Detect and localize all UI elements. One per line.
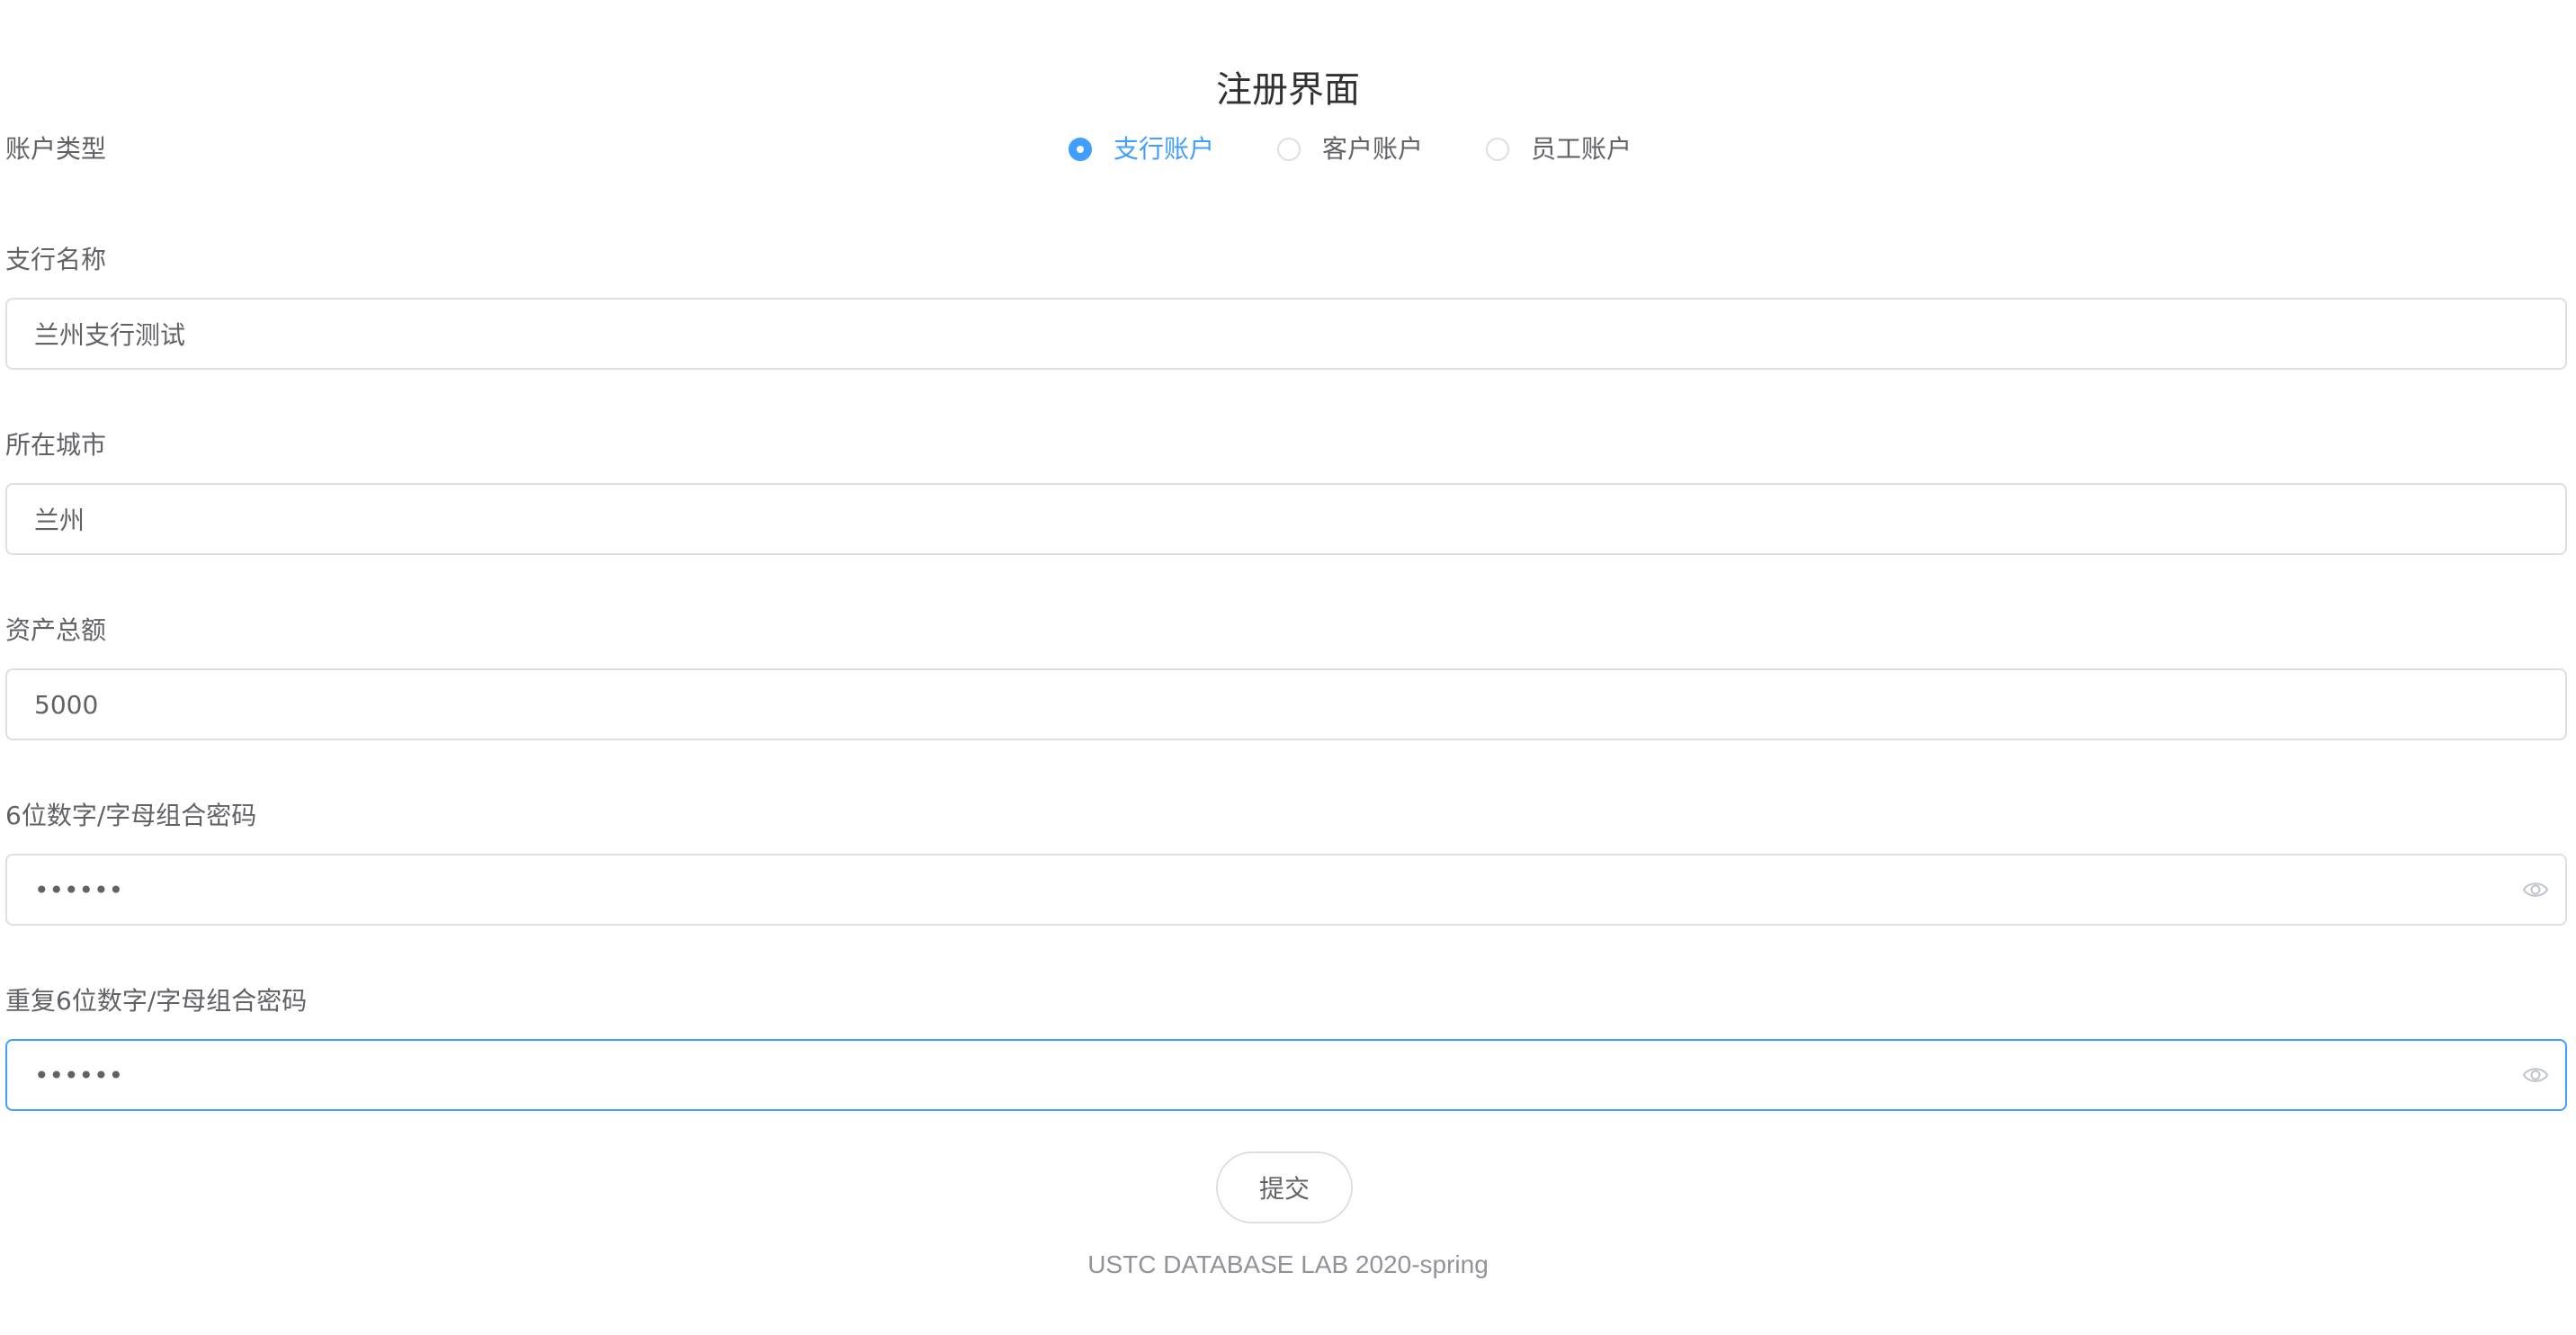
account-type-label: 账户类型 <box>5 134 107 164</box>
city-label: 所在城市 <box>5 430 107 460</box>
password-confirm-field <box>5 1039 2567 1111</box>
branch-name-input[interactable] <box>34 300 2499 368</box>
password-confirm-label: 重复6位数字/字母组合密码 <box>5 986 308 1016</box>
assets-input[interactable] <box>34 670 2499 739</box>
radio-unchecked-icon <box>1277 138 1301 161</box>
account-type-radio-group: 支行账户 客户账户 员工账户 <box>1069 131 1695 167</box>
city-input[interactable] <box>34 485 2499 553</box>
password-confirm-input[interactable] <box>34 1041 2499 1109</box>
city-field <box>5 483 2567 555</box>
page-title: 注册界面 <box>1216 69 1360 111</box>
radio-customer-account[interactable]: 客户账户 <box>1277 131 1423 167</box>
password-field <box>5 854 2567 926</box>
submit-button[interactable]: 提交 <box>1216 1151 1353 1223</box>
radio-label-branch-account: 支行账户 <box>1114 134 1215 164</box>
radio-label-customer-account: 客户账户 <box>1322 134 1424 164</box>
assets-label: 资产总额 <box>5 615 107 645</box>
radio-label-employee-account: 员工账户 <box>1531 134 1632 164</box>
branch-name-field <box>5 298 2567 370</box>
radio-unchecked-icon <box>1486 138 1510 161</box>
password-input[interactable] <box>34 856 2499 924</box>
register-page: 注册界面 账户类型 支行账户 客户账户 员工账户 支行名称 所在城市 资产总额 … <box>0 0 2576 1335</box>
password-label: 6位数字/字母组合密码 <box>5 801 257 830</box>
radio-checked-icon <box>1069 138 1092 161</box>
eye-icon[interactable] <box>2522 878 2549 901</box>
radio-branch-account[interactable]: 支行账户 <box>1069 131 1214 167</box>
radio-employee-account[interactable]: 员工账户 <box>1486 131 1632 167</box>
footer-text: USTC DATABASE LAB 2020-spring <box>1087 1250 1489 1278</box>
branch-name-label: 支行名称 <box>5 245 107 274</box>
eye-icon[interactable] <box>2522 1063 2549 1087</box>
assets-field <box>5 668 2567 740</box>
